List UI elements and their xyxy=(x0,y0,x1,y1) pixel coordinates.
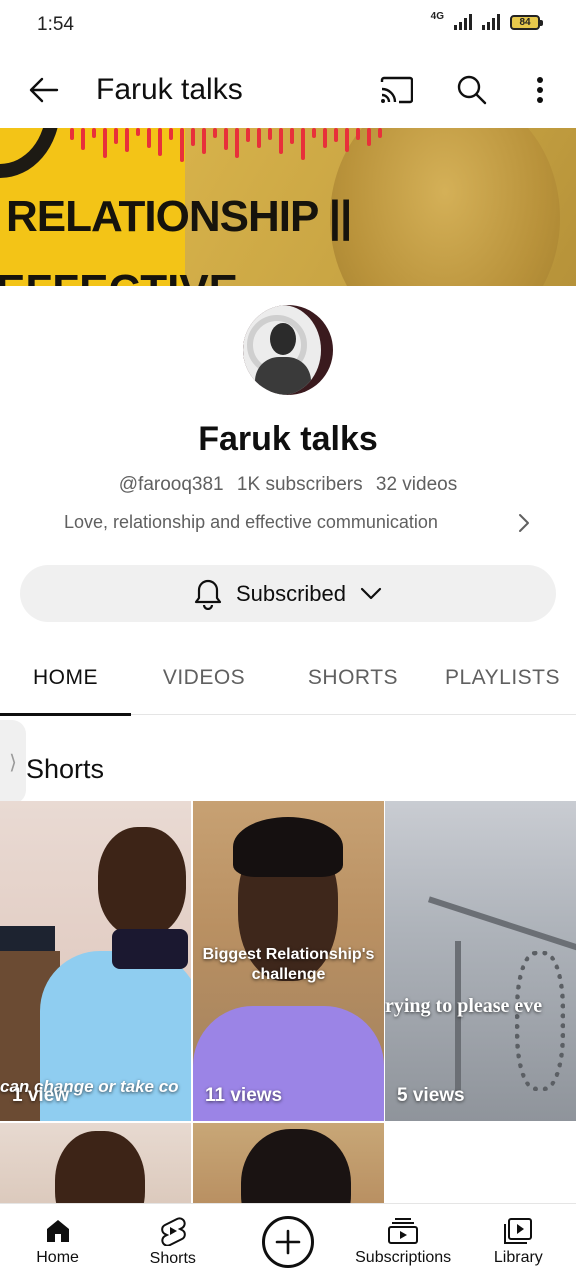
library-icon xyxy=(504,1218,533,1244)
network-label: 4G xyxy=(430,10,444,22)
page-title: Faruk talks xyxy=(96,73,243,106)
subscribe-label: Subscribed xyxy=(235,580,347,606)
app-bar: Faruk talks xyxy=(0,52,576,128)
avatar-head xyxy=(270,323,296,355)
banner-ring-shape xyxy=(0,128,60,178)
short-card[interactable]: rying to please eve 5 views xyxy=(385,801,576,1121)
channel-meta: @farooq381 1K subscribers 32 videos xyxy=(0,474,576,496)
avatar-body xyxy=(255,357,311,395)
nav-home-label: Home xyxy=(36,1249,79,1266)
tab-shorts[interactable]: SHORTS xyxy=(277,640,429,715)
video-count: 32 videos xyxy=(375,474,458,495)
nav-library[interactable]: Library xyxy=(463,1217,573,1267)
short-card[interactable] xyxy=(0,1123,191,1203)
back-button[interactable] xyxy=(22,68,66,112)
tab-videos[interactable]: VIDEOS xyxy=(131,640,277,715)
nav-home[interactable]: Home xyxy=(3,1217,113,1267)
nav-subscriptions-label: Subscriptions xyxy=(355,1249,452,1266)
nav-create[interactable] xyxy=(233,1216,343,1268)
banner-headline: RELATIONSHIP || xyxy=(6,192,352,241)
battery-icon: 84 xyxy=(510,14,543,30)
thumb-chain xyxy=(515,951,565,1091)
shorts-section-title: Shorts xyxy=(26,754,105,784)
channel-tabs: HOME VIDEOS SHORTS PLAYLISTS xyxy=(0,640,576,716)
short-caption: Biggest Relationship's challenge xyxy=(202,946,375,983)
chevron-right-icon xyxy=(514,513,534,533)
more-vert-icon xyxy=(537,77,543,103)
short-caption: rying to please eve xyxy=(385,995,543,1017)
status-time: 1:54 xyxy=(37,14,74,35)
banner-sound-wave xyxy=(70,128,382,162)
thumb-collar xyxy=(112,929,188,969)
nav-shorts-label: Shorts xyxy=(149,1250,196,1267)
create-plus-icon xyxy=(261,1216,314,1268)
nav-shorts[interactable]: Shorts xyxy=(118,1216,228,1268)
search-icon xyxy=(457,75,487,105)
channel-avatar[interactable] xyxy=(243,305,333,395)
banner-subline: EFFECTIVE xyxy=(0,266,238,286)
cast-button[interactable] xyxy=(376,70,416,110)
shorts-icon xyxy=(161,1217,186,1246)
channel-banner: RELATIONSHIP || EFFECTIVE xyxy=(0,128,576,286)
nav-library-label: Library xyxy=(493,1249,543,1266)
description-text: Love, relationship and effective communi… xyxy=(64,512,438,532)
cast-icon xyxy=(380,76,413,104)
short-card[interactable] xyxy=(193,1123,384,1203)
thumb-rail xyxy=(427,896,576,952)
chevron-down-icon xyxy=(360,587,382,599)
thumb-person-head xyxy=(241,1129,351,1203)
channel-name: Faruk talks xyxy=(198,420,378,458)
tab-home[interactable]: HOME xyxy=(0,640,131,716)
tab-playlists[interactable]: PLAYLISTS xyxy=(429,640,576,715)
signal-icon xyxy=(454,14,472,30)
more-options-button[interactable] xyxy=(522,70,558,110)
signal-icon-2 xyxy=(482,14,500,30)
home-icon xyxy=(46,1220,69,1242)
short-views: 1 view xyxy=(12,1085,70,1106)
short-views: 11 views xyxy=(205,1085,283,1106)
channel-handle: @farooq381 xyxy=(118,474,224,495)
channel-description[interactable]: Love, relationship and effective communi… xyxy=(64,512,534,533)
thumb-person-head xyxy=(98,827,186,937)
status-bar: 1:54 4G 84 xyxy=(0,0,576,52)
short-views: 5 views xyxy=(397,1085,465,1106)
avatar-photo xyxy=(243,305,321,395)
thumb-person-hair xyxy=(233,817,343,877)
bell-icon xyxy=(194,579,222,610)
bottom-navigation: Home Shorts Subscriptions Library xyxy=(0,1203,576,1280)
short-card[interactable]: can change or take co 1 view xyxy=(0,801,191,1121)
subscribed-button[interactable]: Subscribed xyxy=(20,565,556,622)
thumb-person-head xyxy=(55,1131,145,1203)
subscriber-count: 1K subscribers xyxy=(236,474,363,495)
short-card[interactable]: Biggest Relationship's challenge 11 view… xyxy=(193,801,384,1121)
side-panel-handle[interactable]: ⟩ xyxy=(0,720,26,804)
nav-subscriptions[interactable]: Subscriptions xyxy=(348,1217,458,1267)
subscriptions-icon xyxy=(388,1218,419,1244)
status-icons: 4G 84 xyxy=(430,10,543,30)
back-arrow-icon xyxy=(29,77,59,103)
search-button[interactable] xyxy=(452,70,492,110)
